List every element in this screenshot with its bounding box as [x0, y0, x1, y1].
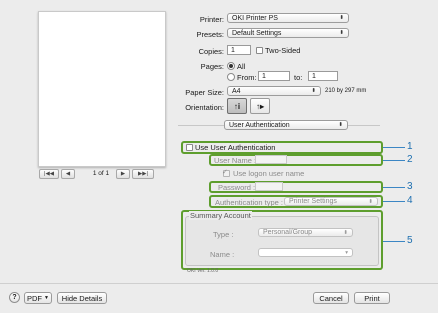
- pdf-label: PDF: [27, 293, 43, 303]
- pages-all-label: All: [237, 62, 246, 71]
- portrait-button[interactable]: ↑i: [227, 98, 247, 114]
- print-dialog: |◀◀ ◀ 1 of 1 ▶ ▶▶| Printer: OKI Printer …: [0, 0, 438, 313]
- pages-from-label: From:: [237, 73, 257, 82]
- popup-arrows-icon: ⬍: [343, 229, 348, 236]
- password-label: Password :: [218, 183, 256, 192]
- landscape-icon: ↑▸: [255, 101, 264, 111]
- cancel-button[interactable]: Cancel: [313, 292, 349, 304]
- callout-line-2: [383, 160, 405, 161]
- print-button[interactable]: Print: [354, 292, 390, 304]
- popup-arrows-icon: ⬍: [338, 122, 343, 128]
- callout-3: 3: [407, 181, 413, 192]
- pages-from-field[interactable]: 1: [258, 71, 290, 81]
- last-page-button[interactable]: ▶▶|: [132, 169, 154, 179]
- panel-select[interactable]: User Authentication ⬍: [224, 120, 348, 130]
- pages-label: Pages:: [200, 62, 224, 71]
- orientation-label: Orientation:: [185, 103, 224, 112]
- hide-details-button[interactable]: Hide Details: [57, 292, 107, 304]
- help-icon: ?: [12, 294, 17, 301]
- use-user-auth-label: Use User Authentication: [195, 143, 276, 152]
- callout-4: 4: [407, 195, 413, 206]
- landscape-button[interactable]: ↑▸: [250, 98, 270, 114]
- summary-name-combo[interactable]: ▾: [258, 248, 353, 257]
- use-logon-label: Use logon user name: [233, 169, 305, 178]
- chevron-down-icon: ▼: [44, 295, 49, 301]
- presets-select[interactable]: Default Settings ⬍: [227, 28, 349, 38]
- pages-from-radio[interactable]: [227, 73, 235, 81]
- auth-type-value: Printer Settings: [289, 198, 337, 205]
- popup-arrows-icon: ⬍: [368, 198, 373, 205]
- callout-5: 5: [407, 235, 413, 246]
- paper-dimensions: 210 by 297 mm: [325, 88, 367, 94]
- presets-value: Default Settings: [232, 29, 282, 37]
- auth-type-label: Authentication type :: [215, 198, 283, 207]
- paper-size-label: Paper Size:: [185, 88, 224, 97]
- user-name-label: User Name :: [214, 156, 257, 165]
- printer-value: OKI Printer PS: [232, 14, 278, 22]
- chevron-down-icon: ▾: [345, 249, 348, 256]
- bottom-separator: [0, 283, 438, 284]
- callout-line-1: [383, 147, 405, 148]
- presets-label: Presets:: [196, 30, 224, 39]
- callout-2: 2: [407, 154, 413, 165]
- popup-arrows-icon: ⬍: [311, 88, 316, 94]
- page-indicator: 1 of 1: [92, 170, 110, 177]
- print-preview: [38, 11, 166, 167]
- printer-label: Printer:: [199, 15, 224, 24]
- previous-page-button[interactable]: ◀: [61, 169, 75, 179]
- summary-account-title: Summary Account: [189, 211, 252, 220]
- two-sided-label: Two-Sided: [265, 46, 301, 55]
- next-page-button[interactable]: ▶: [116, 169, 130, 179]
- portrait-icon: ↑i: [233, 101, 241, 111]
- summary-type-label: Type :: [213, 230, 234, 239]
- pdf-menu-button[interactable]: PDF ▼: [24, 292, 52, 304]
- version-text: OKI Ver. 1.0.0: [187, 268, 219, 273]
- paper-size-select[interactable]: A4 ⬍: [227, 86, 321, 96]
- pages-to-field[interactable]: 1: [308, 71, 338, 81]
- help-button[interactable]: ?: [9, 292, 20, 303]
- password-field[interactable]: [255, 182, 283, 191]
- summary-name-label: Name :: [210, 250, 235, 259]
- pages-all-radio[interactable]: [227, 62, 235, 70]
- first-page-button[interactable]: |◀◀: [39, 169, 59, 179]
- panel-value: User Authentication: [229, 121, 290, 129]
- printer-select[interactable]: OKI Printer PS ⬍: [227, 13, 349, 23]
- pages-to-label: to:: [294, 73, 303, 82]
- callout-line-3: [383, 187, 405, 188]
- callout-line-5: [383, 241, 405, 242]
- use-user-auth-checkbox[interactable]: [186, 144, 193, 151]
- summary-type-value: Personal/Group: [263, 229, 313, 236]
- popup-arrows-icon: ⬍: [339, 15, 344, 21]
- callout-line-4: [383, 201, 405, 202]
- use-logon-checkmark-icon: ✓: [222, 169, 228, 176]
- auth-type-select[interactable]: Printer Settings ⬍: [284, 197, 378, 206]
- callout-1: 1: [407, 141, 413, 152]
- summary-type-select[interactable]: Personal/Group ⬍: [258, 228, 353, 237]
- popup-arrows-icon: ⬍: [339, 30, 344, 36]
- preview-pager: |◀◀ ◀ 1 of 1 ▶ ▶▶|: [38, 169, 164, 180]
- user-name-field[interactable]: [255, 155, 287, 164]
- copies-label: Copies:: [198, 47, 224, 56]
- copies-field[interactable]: 1: [227, 45, 251, 55]
- paper-size-value: A4: [232, 87, 241, 95]
- two-sided-checkbox[interactable]: [256, 47, 263, 54]
